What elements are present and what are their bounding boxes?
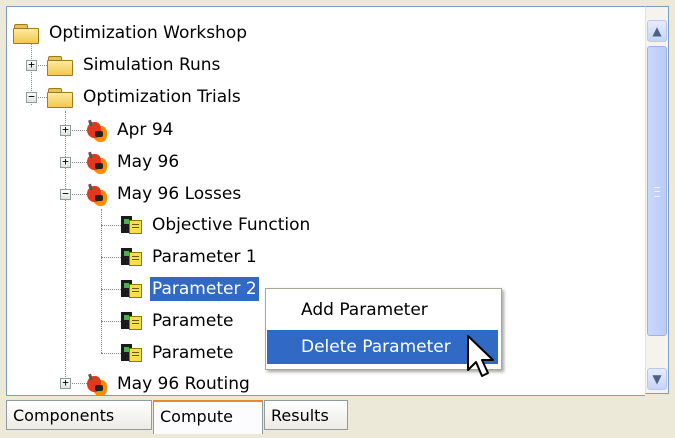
tree-item-label: Parameter 2 <box>150 277 259 301</box>
optimization-trial-icon <box>85 183 109 205</box>
expand-simulation-runs-button[interactable]: + <box>26 59 37 71</box>
folder-icon <box>13 23 39 44</box>
tab-components[interactable]: Components <box>6 400 152 430</box>
tree-item-optimization-trials[interactable]: Optimization Trials <box>47 84 243 110</box>
tree-item-label: Apr 94 <box>117 120 174 140</box>
collapse-optimization-trials-button[interactable]: − <box>26 91 37 103</box>
expand-may-96-routing-button[interactable]: + <box>60 377 71 389</box>
tree-item-label: Simulation Runs <box>83 55 221 75</box>
optimization-trial-icon <box>85 151 109 173</box>
expand-apr-94-button[interactable]: + <box>60 124 71 136</box>
scroll-down-button[interactable]: ▼ <box>647 368 667 390</box>
tree-item-label: Optimization Trials <box>83 87 241 107</box>
parameter-icon <box>121 215 143 235</box>
tree-item-parameter-selected[interactable]: Parameter 2 <box>121 276 259 302</box>
tree-item-label: Paramete <box>152 343 234 363</box>
tab-results[interactable]: Results <box>264 400 348 430</box>
parameter-icon <box>121 311 143 331</box>
tree-item-trial[interactable]: Apr 94 <box>85 117 175 143</box>
tree-item-parameter[interactable]: Paramete <box>121 340 235 366</box>
tree-item-label: Optimization Workshop <box>49 23 248 43</box>
tab-compute[interactable]: Compute <box>153 400 263 434</box>
mouse-pointer-icon <box>467 335 494 377</box>
tree-item-label: Parameter 1 <box>152 247 257 267</box>
scroll-thumb[interactable] <box>647 46 667 336</box>
tree-item-label: Paramete <box>152 311 234 331</box>
tree-item-label: May 96 Routing <box>117 374 250 394</box>
optimization-trial-icon <box>85 373 109 395</box>
tree-item-trial[interactable]: May 96 <box>85 149 181 175</box>
tree-item-objective-function[interactable]: Objective Function <box>121 212 312 238</box>
grip-icon <box>654 187 660 197</box>
watershed-explorer-panel: + − + + − + Optimization Workshop Simula… <box>0 0 675 438</box>
tree-guide <box>101 209 102 353</box>
parameter-icon <box>121 343 143 363</box>
tree-item-label: Objective Function <box>152 215 311 235</box>
add-parameter-menu-item[interactable]: Add Parameter <box>267 293 498 327</box>
parameter-icon <box>121 247 143 267</box>
folder-icon <box>47 87 73 108</box>
tree-item-label: May 96 <box>117 152 180 172</box>
chevron-up-icon: ▲ <box>652 24 662 38</box>
tree-item-optimization-workshop[interactable]: Optimization Workshop <box>13 20 249 46</box>
tree-item-simulation-runs[interactable]: Simulation Runs <box>47 52 222 78</box>
folder-icon <box>47 55 73 76</box>
collapse-may-96-losses-button[interactable]: − <box>60 188 71 200</box>
scroll-up-button[interactable]: ▲ <box>647 20 667 42</box>
tree-item-trial[interactable]: May 96 Losses <box>85 181 243 207</box>
tree-item-parameter[interactable]: Parameter 1 <box>121 244 259 270</box>
vertical-scrollbar[interactable]: ▲ ▼ <box>645 6 669 394</box>
parameter-icon <box>121 279 143 299</box>
chevron-down-icon: ▼ <box>652 372 662 386</box>
tree-item-label: May 96 Losses <box>117 184 242 204</box>
tree-item-trial[interactable]: May 96 Routing <box>85 371 252 395</box>
expand-may-96-button[interactable]: + <box>60 156 71 168</box>
tree-guide <box>65 111 66 383</box>
optimization-trial-icon <box>85 119 109 141</box>
tree-item-parameter[interactable]: Paramete <box>121 308 235 334</box>
